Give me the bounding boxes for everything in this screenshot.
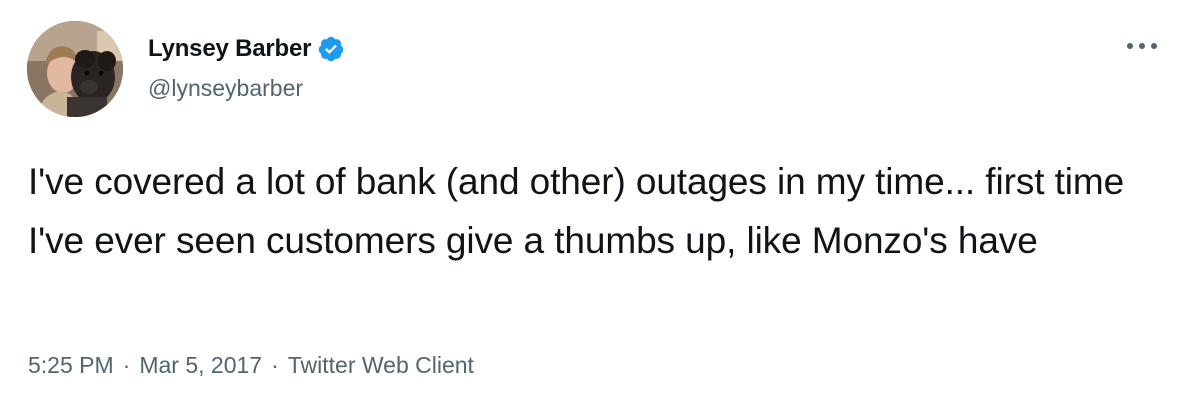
tweet-client[interactable]: Twitter Web Client xyxy=(288,352,474,379)
more-options-icon[interactable] xyxy=(1122,34,1162,58)
meta-separator: · xyxy=(122,352,131,378)
meta-separator: · xyxy=(271,352,279,378)
tweet-text: I've covered a lot of bank (and other) o… xyxy=(28,161,1125,261)
tweet-time[interactable]: 5:25 PM xyxy=(28,352,114,379)
avatar-image xyxy=(27,21,123,117)
author-handle[interactable]: @lynseybarber xyxy=(148,75,303,102)
tweet-metadata: 5:25 PM · Mar 5, 2017 · Twitter Web Clie… xyxy=(28,352,474,379)
verified-badge-icon xyxy=(317,35,345,63)
tweet-date[interactable]: Mar 5, 2017 xyxy=(139,352,262,379)
author-name-row[interactable]: Lynsey Barber xyxy=(148,33,345,65)
tweet-card: Lynsey Barber @lynseybarber I've covered… xyxy=(0,0,1190,416)
author-display-name[interactable]: Lynsey Barber xyxy=(148,35,311,63)
author-avatar[interactable] xyxy=(27,21,123,117)
